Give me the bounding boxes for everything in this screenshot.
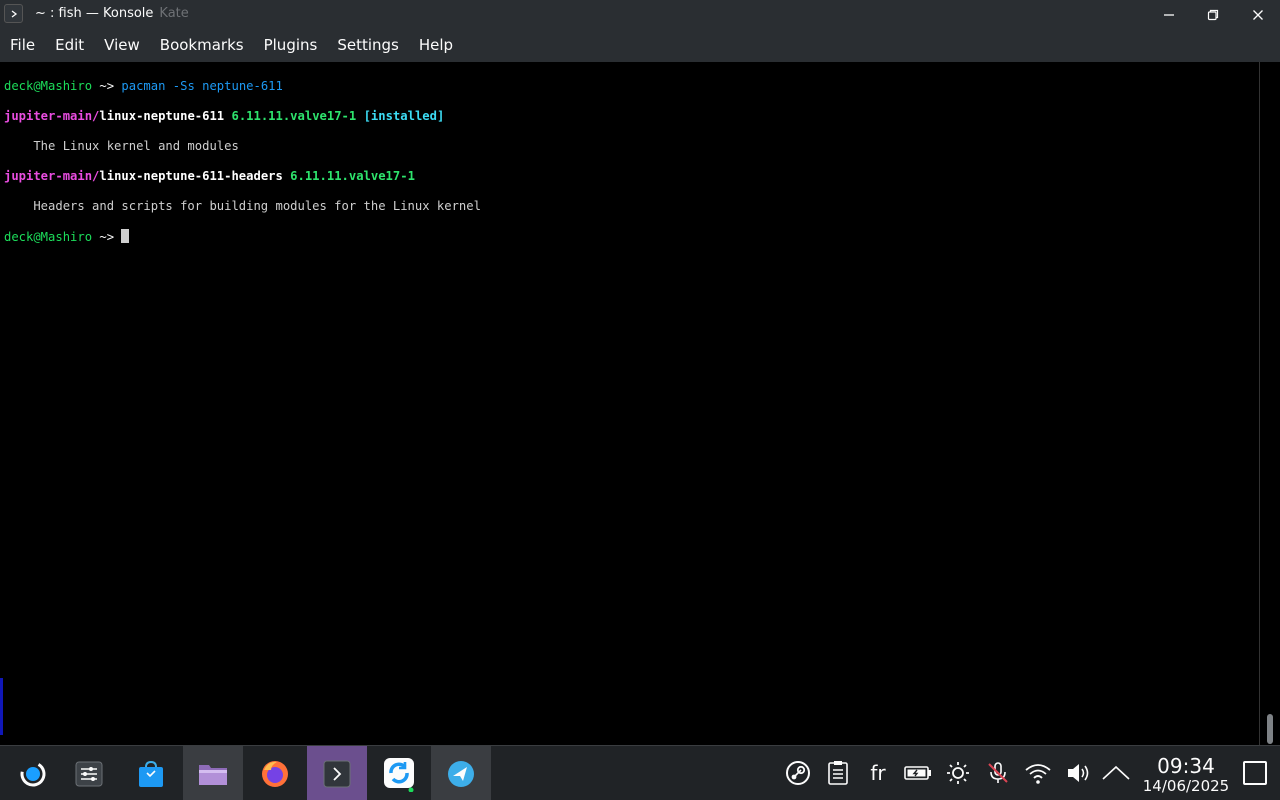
steam-icon <box>786 761 810 785</box>
konsole-window-icon[interactable] <box>4 4 23 23</box>
result-version: 6.11.11.valve17-1 <box>290 169 415 183</box>
prompt-dir: ~> <box>92 79 122 93</box>
clock-date: 14/06/2025 <box>1142 777 1230 795</box>
task-dolphin[interactable] <box>183 746 243 800</box>
konsole-icon <box>323 760 351 787</box>
terminal-output[interactable]: deck@Mashiro ~> pacman -Ss neptune-611 j… <box>0 62 1259 745</box>
clipboard-tray[interactable] <box>823 758 853 788</box>
result-line: jupiter-main/linux-neptune-611-headers 6… <box>4 169 1259 184</box>
prompt-user: deck@Mashiro <box>4 230 93 244</box>
network-tray[interactable] <box>1023 758 1053 788</box>
battery-charging-icon <box>904 766 931 780</box>
scrollbar-thumb[interactable] <box>1267 714 1273 744</box>
close-button[interactable] <box>1248 5 1268 25</box>
task-konsole[interactable] <box>307 746 367 800</box>
menu-settings[interactable]: Settings <box>327 29 409 62</box>
result-repo: jupiter-main/ <box>4 109 100 123</box>
battery-tray[interactable] <box>903 758 933 788</box>
application-launcher-button[interactable] <box>2 746 62 800</box>
result-description: Headers and scripts for building modules… <box>4 199 481 213</box>
volume-icon <box>1068 764 1089 782</box>
clipboard-icon <box>828 761 848 785</box>
restore-icon <box>1207 9 1219 21</box>
menu-plugins[interactable]: Plugins <box>254 29 328 62</box>
result-line: jupiter-main/linux-neptune-611 6.11.11.v… <box>4 109 1259 124</box>
menu-help[interactable]: Help <box>409 29 463 62</box>
menu-file[interactable]: File <box>0 29 45 62</box>
window-title: ~ : fish — Konsole Kate <box>35 6 189 21</box>
clock-time: 09:34 <box>1157 754 1215 778</box>
prompt-dir: ~> <box>92 230 122 244</box>
browser-app-icon <box>448 760 474 787</box>
microphone-muted-icon <box>988 762 1008 783</box>
command-text: pacman -Ss neptune-611 <box>121 79 283 93</box>
task-browser-app[interactable] <box>431 746 491 800</box>
task-sync-app[interactable] <box>369 746 429 800</box>
command-line: deck@Mashiro ~> pacman -Ss neptune-611 <box>4 79 1259 94</box>
show-desktop-button[interactable] <box>1243 761 1267 785</box>
digital-clock[interactable]: 09:34 14/06/2025 <box>1140 755 1232 795</box>
minimize-icon <box>1164 14 1174 16</box>
task-firefox[interactable] <box>245 746 305 800</box>
brightness-tray[interactable] <box>943 758 973 788</box>
result-package: linux-neptune-611-headers <box>99 169 283 183</box>
discover-store-icon <box>139 760 163 787</box>
volume-tray[interactable] <box>1063 758 1093 788</box>
result-version: 6.11.11.valve17-1 <box>231 109 357 123</box>
chevron-up-icon <box>1102 765 1130 780</box>
keyboard-layout-tray[interactable]: fr <box>863 758 893 788</box>
menu-edit[interactable]: Edit <box>45 29 94 62</box>
result-repo: jupiter-main/ <box>4 169 100 183</box>
text-cursor <box>121 229 130 243</box>
window-title-inactive: Kate <box>159 6 189 21</box>
sync-app-icon <box>384 757 414 792</box>
result-status: [installed] <box>363 109 445 123</box>
brightness-icon <box>947 762 969 784</box>
result-description: The Linux kernel and modules <box>4 139 239 153</box>
wifi-icon <box>1025 764 1051 784</box>
task-system-settings[interactable] <box>59 746 119 800</box>
result-package: linux-neptune-611 <box>99 109 225 123</box>
prompt-user: deck@Mashiro <box>4 79 93 93</box>
taskbar: fr 09:34 14/06/2025 <box>0 745 1280 800</box>
steamdeck-launcher-icon <box>20 761 46 786</box>
menu-bar: File Edit View Bookmarks Plugins Setting… <box>0 29 1280 62</box>
active-prompt-line: deck@Mashiro ~> <box>4 229 1259 244</box>
firefox-icon <box>262 760 288 787</box>
menu-view[interactable]: View <box>94 29 150 62</box>
show-hidden-tray-button[interactable] <box>1101 758 1131 788</box>
maximize-button[interactable] <box>1203 5 1223 25</box>
close-icon <box>1253 10 1263 20</box>
steam-tray[interactable] <box>783 758 813 788</box>
title-bar: ~ : fish — Konsole Kate <box>0 0 1280 29</box>
file-manager-icon <box>199 764 227 785</box>
menu-bookmarks[interactable]: Bookmarks <box>150 29 254 62</box>
terminal-scrollbar[interactable] <box>1259 62 1280 745</box>
scroll-marker <box>0 678 3 735</box>
microphone-tray[interactable] <box>983 758 1013 788</box>
minimize-button[interactable] <box>1159 5 1179 25</box>
system-settings-icon <box>75 761 103 786</box>
task-discover[interactable] <box>121 746 181 800</box>
window-title-main: ~ : fish — Konsole <box>35 6 154 21</box>
